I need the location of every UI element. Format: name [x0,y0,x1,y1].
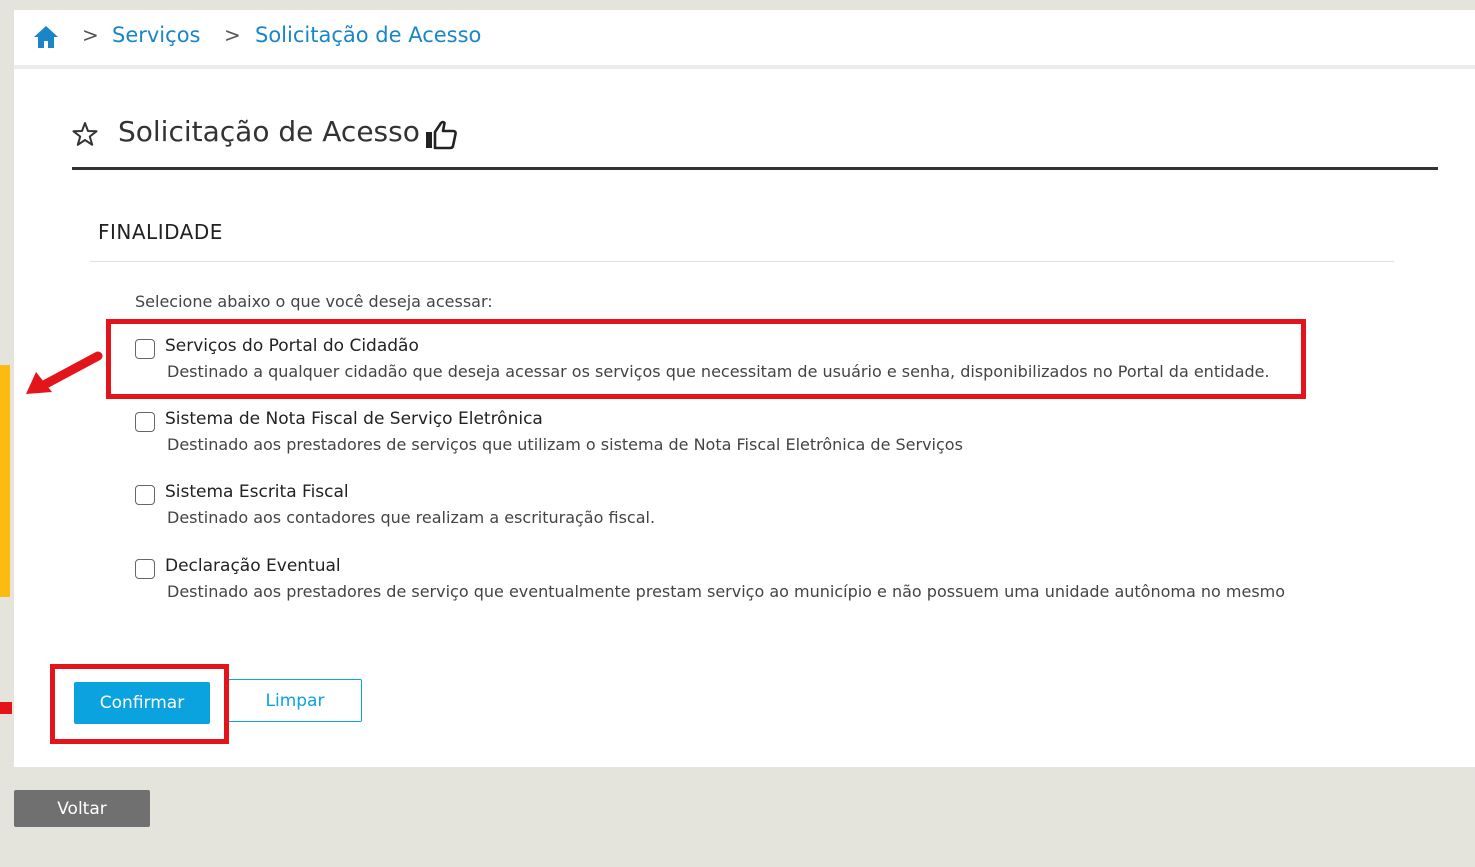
option-title: Declaração Eventual [165,556,341,576]
side-accent-bar [0,365,10,597]
breadcrumb-item-servicos[interactable]: Serviços [112,23,200,47]
option-declaracao-eventual[interactable]: Declaração Eventual Destinado aos presta… [135,556,1335,616]
option-description: Destinado aos contadores que realizam a … [167,508,656,527]
option-checkbox[interactable] [135,485,155,505]
highlight-box-confirm [50,664,229,744]
option-description: Destinado aos prestadores de serviço que… [167,582,1286,601]
side-accent-marker [0,702,12,714]
option-escrita-fiscal[interactable]: Sistema Escrita Fiscal Destinado aos con… [135,482,1335,542]
breadcrumb-item-solicitacao[interactable]: Solicitação de Acesso [255,23,481,47]
option-description: Destinado aos prestadores de serviços qu… [167,435,963,454]
breadcrumb-separator: > [224,23,241,47]
back-button[interactable]: Voltar [14,790,150,827]
option-checkbox[interactable] [135,559,155,579]
page-header: Solicitação de Acesso [72,115,1438,170]
option-title: Sistema Escrita Fiscal [165,482,349,502]
star-icon[interactable] [72,121,98,147]
section-divider [90,261,1394,262]
selection-instructions: Selecione abaixo o que você deseja acess… [135,292,493,311]
highlight-box-option [106,319,1306,399]
thumbs-up-icon[interactable] [424,119,458,151]
option-checkbox[interactable] [135,412,155,432]
page-title: Solicitação de Acesso [118,115,420,148]
home-icon[interactable] [32,24,60,50]
clear-button[interactable]: Limpar [228,679,362,722]
breadcrumb-separator: > [82,23,99,47]
option-nota-fiscal[interactable]: Sistema de Nota Fiscal de Serviço Eletrô… [135,409,1335,469]
option-title: Sistema de Nota Fiscal de Serviço Eletrô… [165,409,543,429]
breadcrumb: > Serviços > Solicitação de Acesso [14,10,1475,69]
section-title: FINALIDADE [98,220,223,244]
pointer-arrow-icon [26,351,103,394]
